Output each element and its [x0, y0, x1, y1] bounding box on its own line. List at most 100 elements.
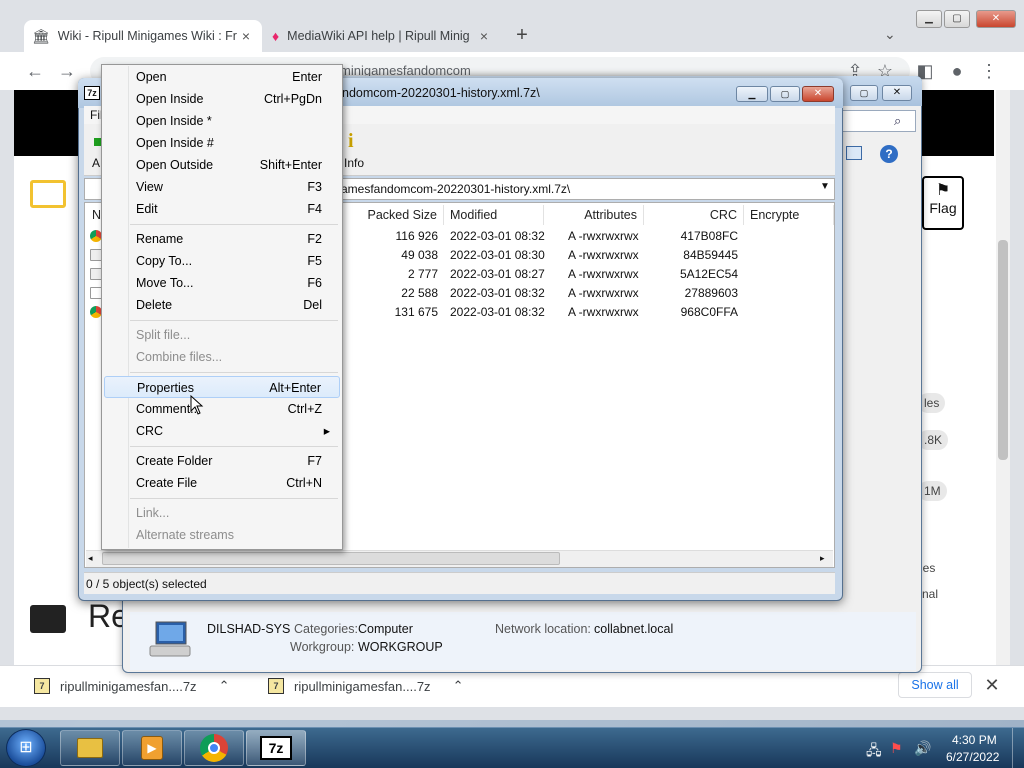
menu-item-open-outside[interactable]: Open Outside Shift+Enter [104, 154, 340, 176]
scroll-left-arrow-icon[interactable]: ◂ [88, 553, 93, 564]
menu-shortcut: Ctrl+Z [287, 402, 322, 416]
explorer-search-box[interactable] [836, 110, 916, 132]
help-icon[interactable]: ? [880, 145, 898, 163]
menu-item-delete[interactable]: Delete Del [104, 294, 340, 316]
explorer-close-button[interactable]: ✕ [882, 85, 912, 101]
preview-pane-icon[interactable] [846, 146, 862, 160]
forward-arrow-icon[interactable]: → [54, 58, 80, 84]
menu-item-open-inside-star[interactable]: Open Inside * [104, 110, 340, 132]
windows-logo-icon: ⊞ [19, 739, 33, 756]
column-header-modified[interactable]: Modified [444, 205, 544, 225]
network-tray-icon[interactable]: 🖧 [866, 740, 882, 764]
tab-title: Wiki - Ripull Minigames Wiki : Fr [57, 29, 237, 43]
search-icon[interactable]: ⌕ [894, 113, 901, 129]
crc: 84B59445 [683, 248, 738, 262]
menu-item-create-folder[interactable]: Create Folder F7 [104, 450, 340, 472]
tab-search-chevron-icon[interactable]: ⌄ [884, 26, 896, 43]
menu-item-open-inside-hash[interactable]: Open Inside # [104, 132, 340, 154]
packed-size: 116 926 [395, 229, 439, 243]
menu-item-move-to[interactable]: Move To... F6 [104, 272, 340, 294]
back-arrow-icon[interactable]: ← [22, 58, 48, 84]
column-header-encrypted[interactable]: Encrypte [744, 205, 834, 225]
add-label-fragment[interactable]: A [92, 156, 100, 170]
tab-close-icon[interactable]: × [238, 28, 254, 44]
horizontal-scrollbar-thumb[interactable] [102, 552, 560, 565]
menu-item-comment[interactable]: Comment... Ctrl+Z [104, 398, 340, 420]
packed-size: 2 777 [407, 267, 438, 281]
wiki-logo-icon[interactable] [30, 180, 66, 208]
crc: 417B08FC [680, 229, 738, 243]
file-row[interactable]: 22 588 2022-03-01 08:32 A -rwxrwxrwx 278… [342, 284, 832, 303]
menu-item-create-file[interactable]: Create File Ctrl+N [104, 472, 340, 494]
maximize-button[interactable]: ▢ [944, 10, 970, 28]
submenu-arrow-icon: ▸ [323, 424, 330, 438]
menu-kebab-icon[interactable]: ⋮ [976, 58, 1002, 84]
column-header-crc[interactable]: CRC [644, 205, 744, 225]
tab-mediawiki-api[interactable]: ♦ MediaWiki API help | Ripull Minig × [264, 20, 500, 52]
taskbar-sevenzip-button[interactable]: 7z [246, 730, 306, 766]
show-all-downloads-button[interactable]: Show all [898, 672, 972, 698]
download-filename: ripullminigamesfan....7z [294, 678, 431, 694]
taskbar-media-player-button[interactable]: ▶ [122, 730, 182, 766]
menu-item-crc[interactable]: CRC ▸ [104, 420, 340, 442]
column-header-packed-size[interactable]: Packed Size [342, 205, 444, 225]
info-button-label[interactable]: Info [344, 156, 364, 170]
file-row[interactable]: 116 926 2022-03-01 08:32 A -rwxrwxrwx 41… [342, 227, 832, 246]
archive-file-icon: 7 [268, 678, 284, 694]
menu-label: View [136, 180, 163, 194]
flag-button[interactable]: ⚑ Flag [922, 176, 964, 230]
chevron-up-icon[interactable]: ⌃ [453, 678, 464, 694]
tab-wiki[interactable]: 🏛 Wiki - Ripull Minigames Wiki : Fr × [24, 20, 262, 52]
menu-label: CRC [136, 424, 164, 438]
comment-icon[interactable] [30, 605, 66, 633]
side-label: nal [922, 587, 939, 601]
file-row[interactable]: 49 038 2022-03-01 08:30 A -rwxrwxrwx 84B… [342, 246, 832, 265]
explorer-maximize-button[interactable]: ▢ [850, 85, 878, 101]
categories-label: Categories: [294, 622, 358, 636]
clock-time[interactable]: 4:30 PM [952, 733, 997, 747]
menu-item-properties[interactable]: Properties Alt+Enter [104, 376, 340, 398]
volume-tray-icon[interactable]: 🔊 [914, 740, 931, 757]
tab-close-icon[interactable]: × [476, 28, 492, 44]
menu-item-copy-to[interactable]: Copy To... F5 [104, 250, 340, 272]
menu-label: Open [136, 70, 167, 84]
close-window-button[interactable]: ✕ [976, 10, 1016, 28]
menu-shortcut: Enter [292, 70, 322, 84]
sevenzip-close-button[interactable]: ✕ [802, 86, 834, 102]
sevenzip-minimize-button[interactable]: ▁ [736, 86, 768, 102]
column-header-attributes[interactable]: Attributes [544, 205, 644, 225]
path-dropdown-chevron-icon[interactable]: ▼ [820, 181, 830, 192]
file-row[interactable]: 131 675 2022-03-01 08:32 A -rwxrwxrwx 96… [342, 303, 832, 322]
download-filename: ripullminigamesfan....7z [60, 678, 197, 694]
taskbar-explorer-button[interactable] [60, 730, 120, 766]
attributes: A -rwxrwxrwx [568, 286, 639, 300]
attributes: A -rwxrwxrwx [568, 229, 639, 243]
clock-date[interactable]: 6/27/2022 [946, 750, 999, 764]
start-button[interactable]: ⊞ [6, 729, 46, 767]
download-item[interactable]: 7 ripullminigamesfan....7z ⌃ [268, 676, 463, 696]
menu-item-rename[interactable]: Rename F2 [104, 228, 340, 250]
info-icon[interactable]: i [348, 130, 354, 153]
menu-item-open-inside[interactable]: Open Inside Ctrl+PgDn [104, 88, 340, 110]
menu-shortcut: F5 [307, 254, 322, 268]
menu-item-edit[interactable]: Edit F4 [104, 198, 340, 220]
action-center-tray-icon[interactable]: ⚑ [890, 740, 903, 757]
download-item[interactable]: 7 ripullminigamesfan....7z ⌃ [34, 676, 229, 696]
show-desktop-button[interactable] [1012, 728, 1024, 768]
file-row[interactable]: 2 777 2022-03-01 08:27 A -rwxrwxrwx 5A12… [342, 265, 832, 284]
crc: 5A12EC54 [679, 267, 738, 281]
scroll-right-arrow-icon[interactable]: ▸ [820, 553, 825, 564]
profile-avatar-icon[interactable]: ● [944, 58, 970, 84]
chevron-up-icon[interactable]: ⌃ [219, 678, 230, 694]
attributes: A -rwxrwxrwx [568, 305, 639, 319]
menu-item-open[interactable]: Open Enter [104, 66, 340, 88]
network-label: Network location: [495, 622, 591, 636]
minimize-button[interactable]: ▁ [916, 10, 942, 28]
menu-shortcut: Ctrl+N [286, 476, 322, 490]
page-scrollbar-thumb[interactable] [998, 240, 1008, 460]
sevenzip-maximize-button[interactable]: ▢ [770, 86, 800, 102]
new-tab-button[interactable]: + [510, 24, 534, 48]
taskbar-chrome-button[interactable] [184, 730, 244, 766]
close-download-bar-icon[interactable]: ✕ [980, 672, 1004, 698]
menu-item-view[interactable]: View F3 [104, 176, 340, 198]
